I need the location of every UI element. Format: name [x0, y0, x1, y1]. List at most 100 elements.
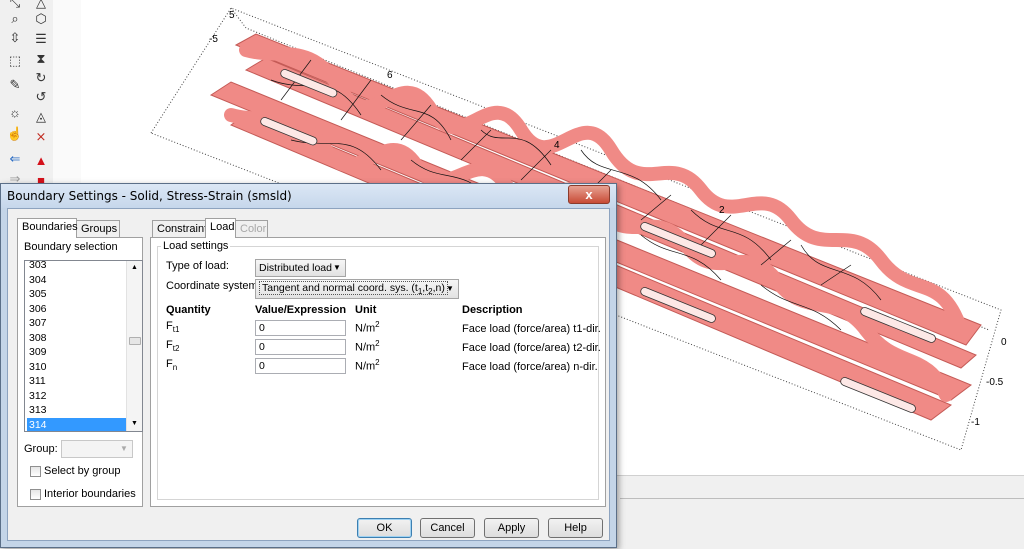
- axis-label-top-5: 5: [229, 10, 235, 21]
- tab-boundaries[interactable]: Boundaries: [17, 218, 78, 238]
- load-settings-label: Load settings: [161, 240, 231, 252]
- unit-fn: N/m2: [355, 358, 380, 373]
- pan-icon[interactable]: ⇳: [6, 29, 24, 47]
- quantity-ft2: Ft2: [166, 339, 179, 353]
- coord-text-prefix: Tangent and normal coord. sys. (t: [262, 282, 418, 294]
- axis-tick-2: 2: [719, 205, 725, 216]
- ft1-value-input[interactable]: 0: [255, 320, 346, 336]
- axis-tick-4: 4: [554, 140, 560, 151]
- select-by-group-label: Select by group: [44, 465, 121, 477]
- list-item[interactable]: 303: [27, 261, 128, 273]
- quantity-sub: n: [172, 363, 178, 373]
- select-by-group-checkbox[interactable]: [30, 466, 41, 477]
- ok-button[interactable]: OK: [357, 518, 412, 538]
- quantity-sub: t2: [172, 344, 180, 354]
- description-fn: Face load (force/area) n-dir.: [462, 361, 598, 373]
- unit-ft1: N/m2: [355, 320, 380, 335]
- list-item[interactable]: 306: [27, 302, 128, 317]
- load-panel: Load settings Type of load: Distributed …: [150, 237, 606, 507]
- hand-icon[interactable]: ☝: [6, 125, 24, 143]
- header-unit: Unit: [355, 304, 377, 316]
- light-icon[interactable]: ☼: [6, 104, 24, 122]
- group-combo: ▼: [61, 440, 133, 458]
- delete-icon[interactable]: ⨯: [32, 128, 50, 146]
- axis-tick-right-minus05: -0.5: [986, 377, 1004, 388]
- unit-sup: 2: [375, 339, 380, 348]
- list-item[interactable]: 308: [27, 331, 128, 346]
- help-button[interactable]: Help: [548, 518, 603, 538]
- list-item[interactable]: 310: [27, 360, 128, 375]
- tab-color: Color: [235, 220, 268, 238]
- unit-base: N/m: [355, 341, 376, 354]
- quantity-base: F: [166, 320, 173, 332]
- type-of-load-label: Type of load:: [166, 260, 229, 272]
- quantity-fn: Fn: [166, 358, 177, 372]
- warning-icon[interactable]: ▲: [32, 152, 50, 170]
- cancel-button[interactable]: Cancel: [420, 518, 475, 538]
- list-item-selected[interactable]: 314: [27, 417, 128, 431]
- interior-boundaries-label: Interior boundaries: [44, 488, 136, 500]
- close-button[interactable]: x: [568, 185, 610, 204]
- ft2-value-input[interactable]: 0: [255, 339, 346, 355]
- type-of-load-value: Distributed load: [259, 262, 332, 274]
- boundary-settings-dialog: Boundary Settings - Solid, Stress-Strain…: [0, 183, 617, 548]
- hexagon-view-icon[interactable]: ⬡: [32, 10, 50, 28]
- quantity-ft1: Ft1: [166, 320, 179, 334]
- scroll-thumb[interactable]: [129, 337, 141, 345]
- dialog-title: Boundary Settings - Solid, Stress-Strain…: [7, 189, 292, 203]
- fn-value-input[interactable]: 0: [255, 358, 346, 374]
- dialog-titlebar[interactable]: Boundary Settings - Solid, Stress-Strain…: [1, 184, 616, 208]
- zoom-icon[interactable]: ⌕: [6, 10, 24, 28]
- list-item[interactable]: 311: [27, 374, 128, 389]
- close-icon: x: [585, 187, 593, 202]
- group-label: Group:: [24, 443, 58, 455]
- hourglass-icon[interactable]: ⧗: [32, 50, 50, 68]
- vertical-toolbar: ⤡ ⌕ ⇳ ⬚ ✎ ☼ ☝ ⇐ ⇒ △ ⬡ ☰ ⧗ ↻ ↺ ◬ ⨯ ▲ ■: [0, 0, 54, 188]
- list-item[interactable]: 305: [27, 287, 128, 302]
- select-icon[interactable]: ⬚: [6, 52, 24, 70]
- list-item[interactable]: 309: [27, 345, 128, 360]
- listbox-scrollbar[interactable]: ▲ ▼: [126, 261, 142, 431]
- coordinate-system-select[interactable]: Tangent and normal coord. sys. (t1,t2,n)…: [255, 279, 459, 299]
- quantity-sub: t1: [172, 325, 180, 335]
- scroll-up-icon[interactable]: ▲: [127, 262, 142, 274]
- axis-tick-6: 6: [387, 70, 393, 81]
- quantity-base: F: [166, 358, 173, 370]
- scroll-down-icon[interactable]: ▼: [127, 418, 142, 430]
- list-item[interactable]: 312: [27, 389, 128, 404]
- unit-base: N/m: [355, 322, 376, 335]
- type-of-load-select[interactable]: Distributed load ▼: [255, 259, 346, 277]
- interior-boundaries-checkbox[interactable]: [30, 489, 41, 500]
- dialog-client-area: Boundaries Groups Boundary selection 303…: [7, 208, 610, 541]
- coordinate-system-label: Coordinate system:: [166, 280, 261, 292]
- apply-button[interactable]: Apply: [484, 518, 539, 538]
- axis-tick-right-minus1: -1: [971, 417, 980, 428]
- rotate-icon[interactable]: ↻: [32, 69, 50, 87]
- list-item[interactable]: 304: [27, 273, 128, 288]
- tab-groups[interactable]: Groups: [76, 220, 120, 238]
- toolbar-separator: [53, 0, 82, 185]
- axis-label-top-minus5: -5: [209, 34, 218, 45]
- mesh-triangle-icon[interactable]: ◬: [32, 108, 50, 126]
- unit-base: N/m: [355, 360, 376, 373]
- arrow-left-icon[interactable]: ⇐: [6, 150, 24, 168]
- list-item[interactable]: 313: [27, 403, 128, 418]
- unit-ft2: N/m2: [355, 339, 380, 354]
- tab-load[interactable]: Load: [205, 218, 236, 238]
- header-description: Description: [462, 304, 523, 316]
- probe-icon[interactable]: ✎: [6, 76, 24, 94]
- description-ft2: Face load (force/area) t2-dir.: [462, 342, 601, 354]
- boundaries-panel: Boundary selection 303 304 305 306 307 3…: [17, 237, 143, 507]
- chevron-down-icon: ▼: [446, 284, 454, 293]
- unit-sup: 2: [375, 358, 380, 367]
- header-quantity: Quantity: [166, 304, 211, 316]
- coordinate-system-value: Tangent and normal coord. sys. (t1,t2,n): [259, 281, 448, 296]
- rotate-2-icon[interactable]: ↺: [32, 88, 50, 106]
- list-item[interactable]: 307: [27, 316, 128, 331]
- boundary-listbox[interactable]: 303 304 305 306 307 308 309 310 311 312 …: [24, 260, 143, 432]
- header-value: Value/Expression: [255, 304, 347, 316]
- chevron-down-icon: ▼: [333, 263, 341, 272]
- description-ft1: Face load (force/area) t1-dir.: [462, 323, 601, 335]
- tab-constraint[interactable]: Constraint: [152, 220, 207, 238]
- stack-view-icon[interactable]: ☰: [32, 30, 50, 48]
